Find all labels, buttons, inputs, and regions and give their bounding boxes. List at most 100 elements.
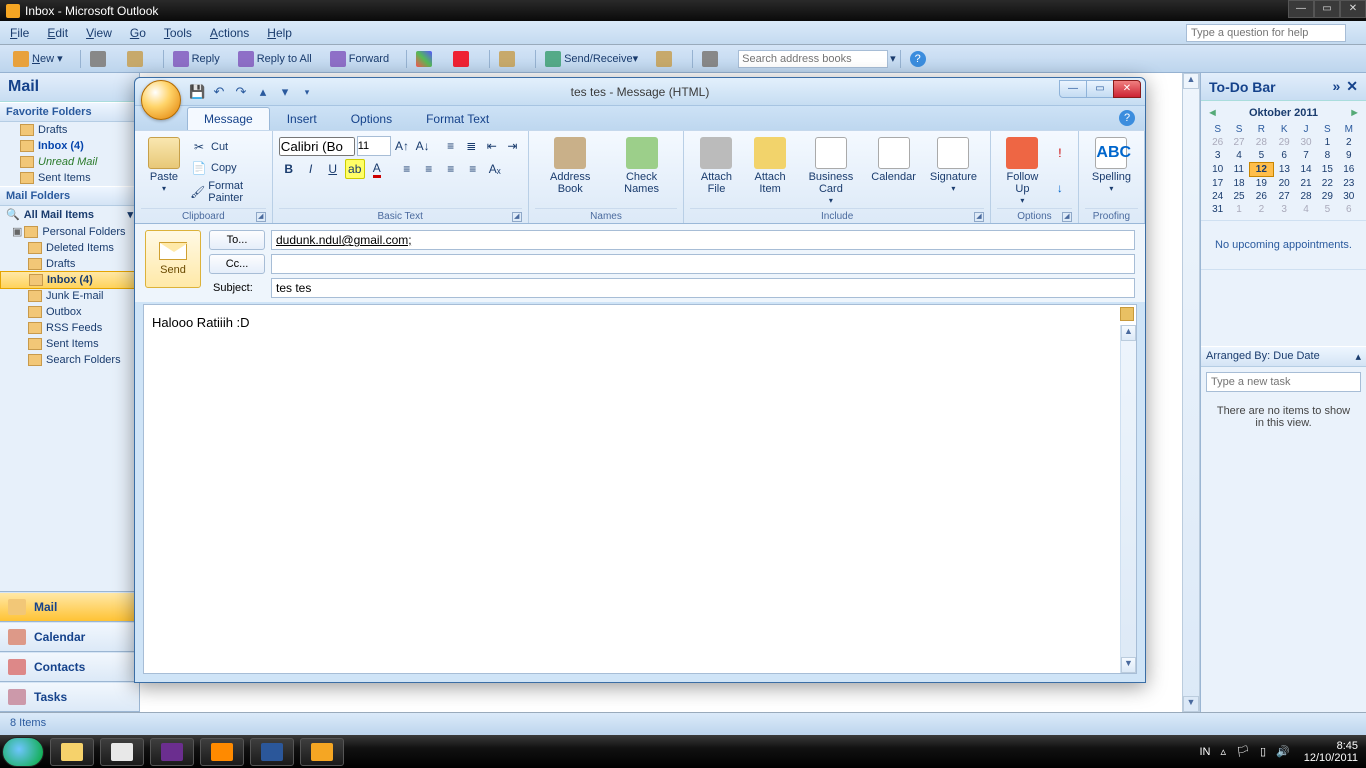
calendar-day[interactable]: 17 bbox=[1207, 177, 1228, 191]
clipboard-dialog-launcher[interactable]: ◢ bbox=[256, 212, 266, 222]
calendar-day[interactable]: 12 bbox=[1250, 163, 1273, 177]
print-button[interactable] bbox=[85, 48, 114, 70]
calendar-day[interactable]: 5 bbox=[1317, 203, 1338, 216]
follow-up-button[interactable]: Follow Up▾ bbox=[997, 133, 1048, 208]
forward-button[interactable]: Forward bbox=[325, 48, 394, 70]
calendar-day[interactable]: 26 bbox=[1207, 136, 1228, 149]
folder-inbox-icon[interactable]: Inbox (4) bbox=[0, 271, 139, 289]
qat-save-icon[interactable]: 💾 bbox=[189, 84, 205, 100]
scrollbar[interactable]: ▲▼ bbox=[1182, 73, 1200, 712]
next-month-button[interactable]: ► bbox=[1349, 107, 1360, 119]
basictext-dialog-launcher[interactable]: ◢ bbox=[512, 212, 522, 222]
format-painter-button[interactable]: 🖌Format Painter bbox=[189, 180, 264, 204]
calendar-day[interactable]: 11 bbox=[1228, 163, 1249, 177]
calendar-day[interactable]: 23 bbox=[1338, 177, 1359, 191]
calendar-day[interactable]: 25 bbox=[1228, 190, 1249, 203]
calendar-day[interactable]: 6 bbox=[1273, 149, 1295, 163]
taskbar-clock[interactable]: 8:4512/10/2011 bbox=[1304, 740, 1358, 764]
menu-go[interactable]: Go bbox=[130, 26, 146, 40]
tab-options[interactable]: Options bbox=[334, 107, 409, 130]
calendar-day[interactable]: 3 bbox=[1273, 203, 1295, 216]
nav-tasks-icon[interactable]: Tasks bbox=[0, 682, 139, 712]
font-size-select[interactable] bbox=[357, 136, 391, 156]
grow-font-button[interactable]: A↑ bbox=[393, 136, 412, 156]
to-input[interactable] bbox=[271, 230, 1135, 250]
calendar-day[interactable]: 29 bbox=[1317, 190, 1338, 203]
subject-input[interactable] bbox=[271, 278, 1135, 298]
menu-tools[interactable]: Tools bbox=[164, 26, 192, 40]
reply-all-button[interactable]: Reply to All bbox=[233, 48, 317, 70]
shrink-font-button[interactable]: A↓ bbox=[413, 136, 432, 156]
taskbar-word-icon[interactable] bbox=[250, 738, 294, 766]
calendar-day[interactable]: 2 bbox=[1250, 203, 1273, 216]
italic-button[interactable]: I bbox=[301, 159, 321, 179]
tray-flag-icon[interactable]: ▵ bbox=[1220, 745, 1226, 758]
nav-contacts-icon[interactable]: Contacts bbox=[0, 652, 139, 682]
font-family-select[interactable] bbox=[279, 137, 355, 156]
fav-drafts-icon[interactable]: Drafts bbox=[0, 122, 139, 138]
folder-pf-icon[interactable]: ▣Personal Folders bbox=[0, 223, 139, 240]
clear-format-button[interactable]: Aₓ bbox=[485, 159, 505, 179]
calendar-day[interactable]: 15 bbox=[1317, 163, 1338, 177]
calendar-day[interactable]: 18 bbox=[1228, 177, 1249, 191]
calendar-day[interactable]: 31 bbox=[1207, 203, 1228, 216]
favorite-folders-header[interactable]: Favorite Folders bbox=[0, 102, 139, 122]
folder-sent-icon[interactable]: Sent Items bbox=[0, 336, 139, 352]
all-mail-items[interactable]: 🔍All Mail Items▾ bbox=[0, 206, 139, 223]
calendar-day[interactable]: 5 bbox=[1250, 149, 1273, 163]
qat-undo-icon[interactable]: ↶ bbox=[211, 84, 227, 100]
attach-file-button[interactable]: Attach File bbox=[690, 133, 742, 208]
calendar-day[interactable]: 20 bbox=[1273, 177, 1295, 191]
calendar-day[interactable]: 29 bbox=[1273, 136, 1295, 149]
font-color-button[interactable]: A bbox=[367, 159, 387, 179]
numbering-button[interactable]: ≣ bbox=[462, 136, 481, 156]
compose-titlebar[interactable]: 💾 ↶ ↷ ▴ ▾ ▾ tes tes - Message (HTML) — ▭… bbox=[135, 78, 1145, 106]
indent-right-button[interactable]: ⇥ bbox=[503, 136, 522, 156]
check-names-button[interactable]: Check Names bbox=[606, 133, 678, 208]
low-importance-button[interactable]: ↓ bbox=[1050, 178, 1070, 198]
calendar-day[interactable]: 10 bbox=[1207, 163, 1228, 177]
calendar-day[interactable]: 8 bbox=[1317, 149, 1338, 163]
folder-deleted-icon[interactable]: Deleted Items bbox=[0, 240, 139, 256]
arranged-by-header[interactable]: Arranged By: Due Date▴ bbox=[1201, 346, 1366, 367]
move-folder-button[interactable] bbox=[494, 48, 523, 70]
calendar-day[interactable]: 1 bbox=[1317, 136, 1338, 149]
highlight-button[interactable]: ab bbox=[345, 159, 365, 179]
menu-file[interactable]: FFileile bbox=[10, 26, 29, 40]
cc-input[interactable] bbox=[271, 254, 1135, 274]
calendar-day[interactable]: 4 bbox=[1228, 149, 1249, 163]
align-left-button[interactable]: ≡ bbox=[397, 159, 417, 179]
tray-network-icon[interactable]: ▯ bbox=[1260, 745, 1266, 758]
flag-button[interactable] bbox=[448, 48, 477, 70]
to-button[interactable]: To... bbox=[209, 230, 265, 250]
menu-edit[interactable]: Edit bbox=[47, 26, 68, 40]
calendar-day[interactable]: 30 bbox=[1338, 190, 1359, 203]
calendar-day[interactable]: 13 bbox=[1273, 163, 1295, 177]
nav-calendar-icon[interactable]: Calendar bbox=[0, 622, 139, 652]
calendar-day[interactable]: 24 bbox=[1207, 190, 1228, 203]
calendar-day[interactable]: 30 bbox=[1295, 136, 1316, 149]
find-contact-button[interactable] bbox=[651, 48, 680, 70]
options-dialog-launcher[interactable]: ◢ bbox=[1062, 212, 1072, 222]
calendar-day[interactable]: 22 bbox=[1317, 177, 1338, 191]
toolbar-help-button[interactable]: ? bbox=[905, 48, 931, 70]
compose-maximize-button[interactable]: ▭ bbox=[1086, 80, 1114, 98]
folder-rss-icon[interactable]: RSS Feeds bbox=[0, 320, 139, 336]
align-justify-button[interactable]: ≡ bbox=[463, 159, 483, 179]
signature-button[interactable]: Signature▾ bbox=[923, 133, 984, 208]
high-importance-button[interactable]: ! bbox=[1050, 143, 1070, 163]
paste-button[interactable]: Paste▾ bbox=[141, 133, 187, 208]
send-button[interactable]: Send bbox=[145, 230, 201, 288]
tab-insert[interactable]: Insert bbox=[270, 107, 334, 130]
new-task-input[interactable] bbox=[1206, 372, 1361, 392]
language-indicator[interactable]: IN bbox=[1199, 746, 1210, 758]
calendar-day[interactable]: 21 bbox=[1295, 177, 1316, 191]
categorize-button[interactable] bbox=[411, 48, 440, 70]
qat-next-icon[interactable]: ▾ bbox=[277, 84, 293, 100]
compose-close-button[interactable]: ✕ bbox=[1113, 80, 1141, 98]
tab-message[interactable]: Message bbox=[187, 107, 270, 130]
folder-junk-icon[interactable]: Junk E-mail bbox=[0, 288, 139, 304]
search-address-books-input[interactable] bbox=[738, 50, 888, 68]
menu-help[interactable]: Help bbox=[267, 26, 292, 40]
todo-collapse-button[interactable]: » bbox=[1332, 78, 1340, 94]
